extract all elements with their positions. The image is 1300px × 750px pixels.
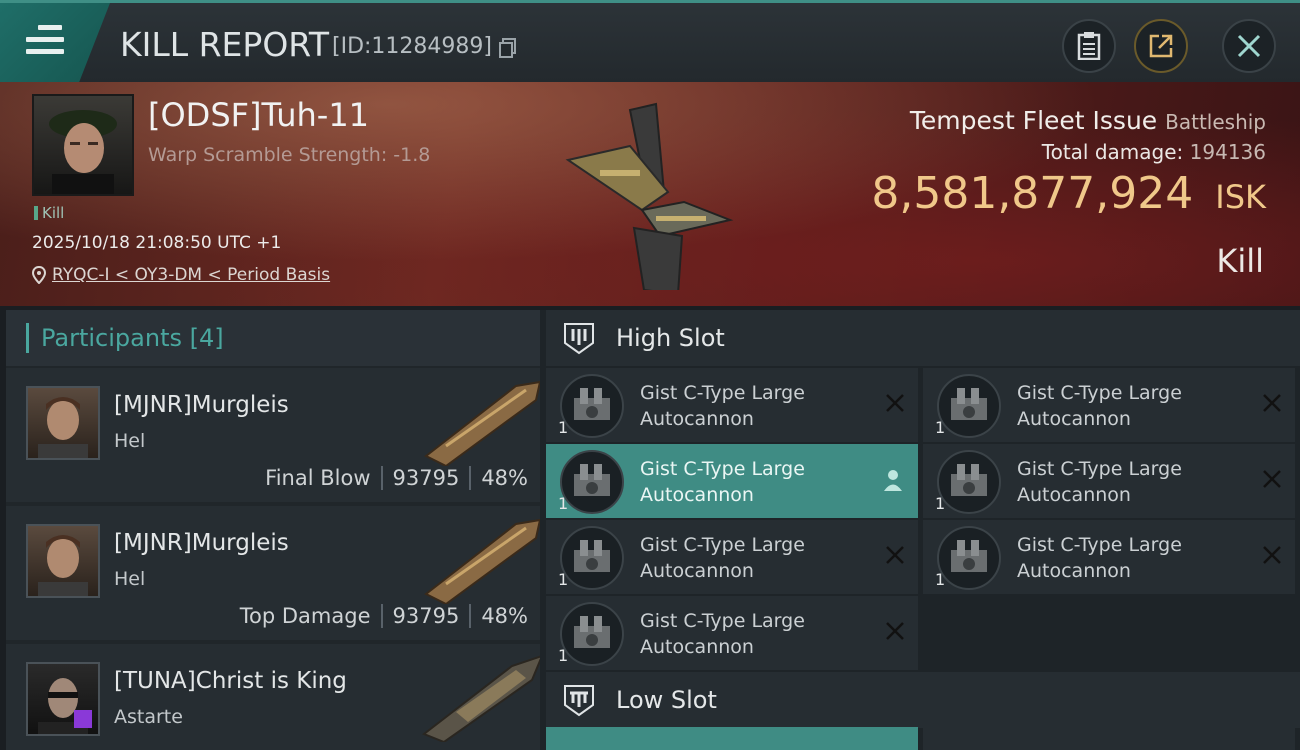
module-name: Gist C-Type Large Autocannon [1017,382,1182,430]
destroyed-x-icon [1263,546,1281,564]
report-id: [ID:11284989] [332,34,492,59]
location-text[interactable]: RYQC-I < OY3-DM < Period Basis [52,265,330,285]
autocannon-icon [560,450,624,514]
low-slot-module-partial[interactable] [923,727,1295,750]
participants-panel: Participants [4] [MJNR]Murgleis Hel Fina… [6,310,542,750]
destroyed-x-icon [1263,394,1281,412]
destroyed-x-icon [886,394,904,412]
clipboard-icon [1077,32,1101,60]
destroyed-x-icon [1263,470,1281,488]
participant-ship-image [422,654,542,742]
top-bar: KILL REPORT [ID:11284989] [0,0,1300,82]
module-slot[interactable]: 1 Gist C-Type Large Autocannon [546,596,918,670]
module-quantity: 1 [558,418,569,437]
victim-name[interactable]: [ODSF]Tuh-11 [148,96,369,134]
module-slot[interactable]: 1 Gist C-Type Large Autocannon [923,444,1295,518]
clipboard-button[interactable] [1062,19,1116,73]
menu-icon[interactable] [26,25,64,57]
module-slot[interactable]: 1 Gist C-Type Large Autocannon [923,520,1295,594]
module-slot[interactable]: 1 Gist C-Type Large Autocannon [546,368,918,442]
participant-name: [MJNR]Murgleis [114,392,289,418]
kill-location-link[interactable]: RYQC-I < OY3-DM < Period Basis [32,265,330,285]
participant-ship: Hel [114,568,146,590]
low-slot-module-partial[interactable] [546,727,918,750]
avatar [26,386,100,460]
module-slot[interactable]: 1 Gist C-Type Large Autocannon [546,520,918,594]
victim-avatar [49,110,117,194]
participant-ship-image [424,518,542,604]
module-name: Gist C-Type Large Autocannon [1017,534,1182,582]
module-slot[interactable]: 1 Gist C-Type Large Autocannon [546,444,918,518]
kill-banner: [ODSF]Tuh-11 Warp Scramble Strength: -1.… [0,82,1300,306]
autocannon-icon [937,450,1001,514]
low-slot-header: Low Slot [546,672,1300,728]
module-name: Gist C-Type Large Autocannon [640,534,805,582]
outcome-label: Kill [1216,242,1264,280]
participant-name: [TUNA]Christ is King [114,668,347,694]
destroyed-x-icon [886,546,904,564]
autocannon-icon [937,374,1001,438]
page-title: KILL REPORT [120,25,329,64]
high-slot-icon [564,323,594,355]
corp-badge-icon [74,710,92,728]
isk-value: 8,581,877,924 ISK [871,168,1266,219]
participant-stats: Top Damage 93795 48% [239,604,528,628]
total-damage: Total damage: 194136 [1041,140,1266,164]
high-slot-header: High Slot [546,310,1300,366]
close-icon [1237,34,1261,58]
module-name: Gist C-Type Large Autocannon [1017,458,1182,506]
module-quantity: 1 [558,570,569,589]
participant-card[interactable]: [TUNA]Christ is King Astarte [6,644,542,750]
module-name: Gist C-Type Large Autocannon [640,458,805,506]
participant-ship: Astarte [114,706,183,728]
participant-name: [MJNR]Murgleis [114,530,289,556]
victim-ship-image [565,102,734,290]
autocannon-icon [937,526,1001,590]
share-button[interactable] [1134,19,1188,73]
dropped-person-icon [884,470,902,491]
close-button[interactable] [1222,19,1276,73]
avatar [26,524,100,598]
participants-header: Participants [4] [6,310,540,366]
module-quantity: 1 [558,494,569,513]
module-quantity: 1 [935,494,946,513]
destroyed-x-icon [886,622,904,640]
participant-card[interactable]: [MJNR]Murgleis Hel Final Blow 93795 48% [6,368,542,502]
module-name: Gist C-Type Large Autocannon [640,610,805,658]
kill-datetime: 2025/10/18 21:08:50 UTC +1 [32,233,282,253]
share-icon [1149,34,1173,58]
low-slot-icon [564,685,594,717]
participant-ship: Hel [114,430,146,452]
victim-portrait[interactable] [32,94,134,196]
module-quantity: 1 [935,418,946,437]
victim-ship-name[interactable]: Tempest Fleet Issue Battleship [910,106,1266,135]
module-name: Gist C-Type Large Autocannon [640,382,805,430]
warp-scramble-strength: Warp Scramble Strength: -1.8 [148,144,431,166]
participant-ship-image [424,380,542,466]
module-quantity: 1 [935,570,946,589]
participant-stats: Final Blow 93795 48% [265,466,528,490]
participant-card[interactable]: [MJNR]Murgleis Hel Top Damage 93795 48% [6,506,542,640]
autocannon-icon [560,374,624,438]
module-slot[interactable]: 1 Gist C-Type Large Autocannon [923,368,1295,442]
autocannon-icon [560,602,624,666]
fitting-panel: High Slot 1 Gist C-Type Large Autocannon… [540,310,1300,750]
module-quantity: 1 [558,646,569,665]
copy-icon[interactable] [499,38,517,58]
location-pin-icon [32,266,46,284]
autocannon-icon [560,526,624,590]
kill-tag: Kill [34,204,64,222]
